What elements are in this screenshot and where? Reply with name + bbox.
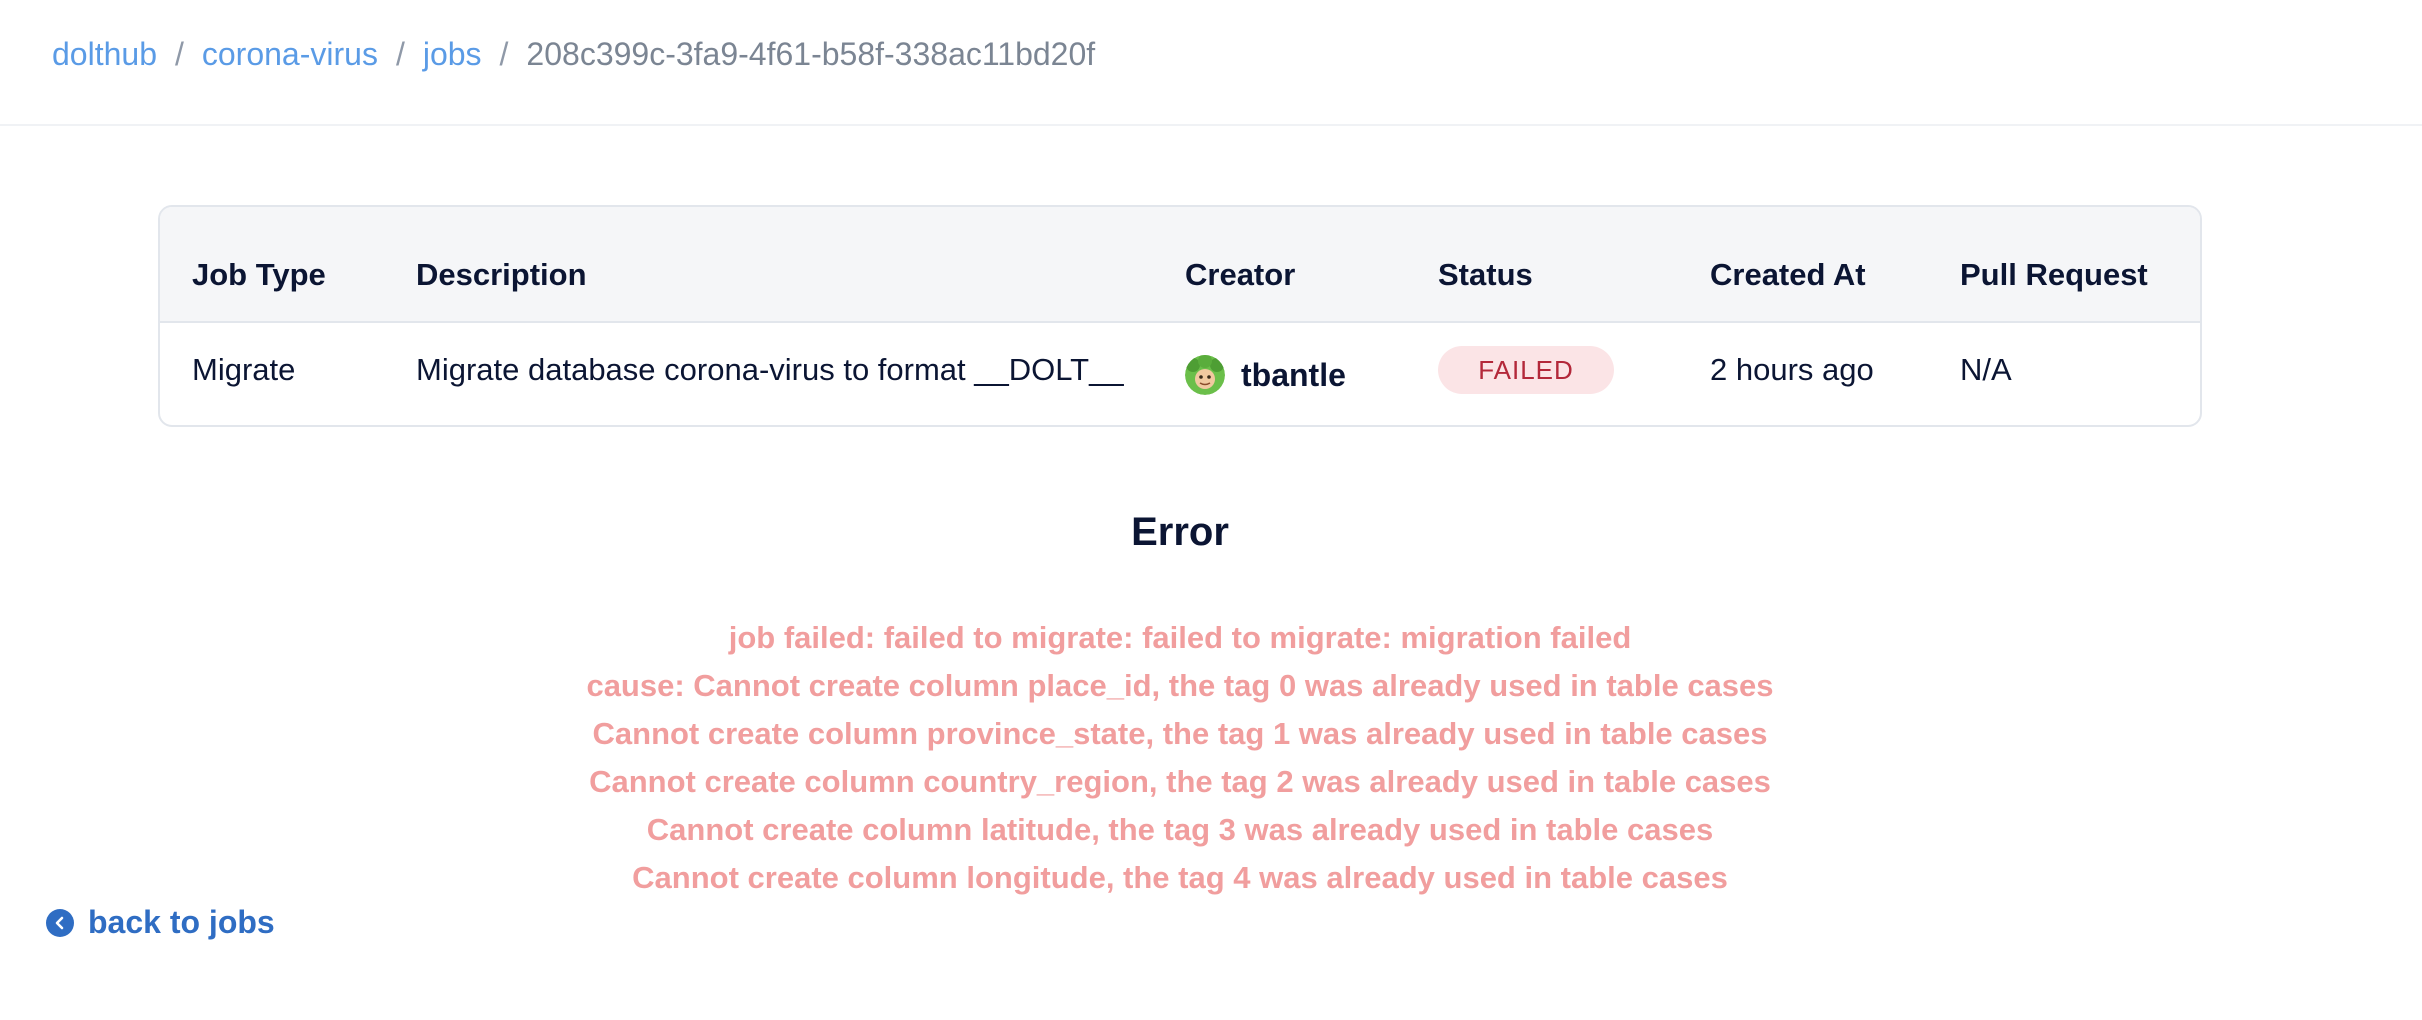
creator-username: tbantle bbox=[1241, 356, 1346, 393]
breadcrumb-jobs-link[interactable]: jobs bbox=[423, 32, 482, 76]
job-table: Job Type Description Creator Status Crea… bbox=[158, 205, 2202, 427]
error-line: Cannot create column province_state, the… bbox=[592, 716, 1768, 751]
cell-created-at: 2 hours ago bbox=[1710, 352, 1874, 387]
error-line: job failed: failed to migrate: failed to… bbox=[728, 620, 1632, 655]
error-line: Cannot create column longitude, the tag … bbox=[632, 860, 1728, 895]
column-header-description: Description bbox=[416, 257, 587, 292]
column-header-pull-request: Pull Request bbox=[1960, 257, 2148, 292]
back-to-jobs-label: back to jobs bbox=[88, 904, 275, 940]
breadcrumb-owner-link[interactable]: dolthub bbox=[52, 32, 157, 76]
error-heading: Error bbox=[1131, 510, 1229, 554]
cell-job-type: Migrate bbox=[192, 352, 296, 387]
chevron-left-circle-icon bbox=[46, 908, 74, 937]
breadcrumb-separator: / bbox=[499, 36, 509, 72]
back-to-jobs-link[interactable]: back to jobs bbox=[46, 904, 275, 941]
breadcrumb-separator: / bbox=[174, 36, 184, 72]
column-header-status: Status bbox=[1438, 257, 1533, 292]
user-avatar-icon bbox=[1185, 355, 1225, 395]
column-header-created-at: Created At bbox=[1710, 257, 1866, 292]
breadcrumb-separator: / bbox=[395, 36, 405, 72]
error-line: Cannot create column country_region, the… bbox=[589, 764, 1771, 799]
error-message: job failed: failed to migrate: failed to… bbox=[0, 614, 2360, 902]
error-line: cause: Cannot create column place_id, th… bbox=[586, 668, 1774, 703]
breadcrumb: dolthub / corona-virus / jobs / 208c399c… bbox=[52, 32, 1095, 76]
error-line: Cannot create column latitude, the tag 3… bbox=[646, 812, 1714, 847]
cell-creator[interactable]: tbantle bbox=[1185, 355, 1346, 395]
page-header: dolthub / corona-virus / jobs / 208c399c… bbox=[0, 0, 2422, 126]
cell-description: Migrate database corona-virus to format … bbox=[416, 352, 1124, 387]
breadcrumb-repo-link[interactable]: corona-virus bbox=[202, 32, 378, 76]
table-header-row: Job Type Description Creator Status Crea… bbox=[160, 207, 2200, 323]
breadcrumb-job-id: 208c399c-3fa9-4f61-b58f-338ac11bd20f bbox=[526, 36, 1096, 72]
status-badge: FAILED bbox=[1438, 346, 1614, 394]
column-header-creator: Creator bbox=[1185, 257, 1296, 292]
cell-pull-request: N/A bbox=[1960, 352, 2012, 387]
job-detail-page: dolthub / corona-virus / jobs / 208c399c… bbox=[0, 0, 2422, 1020]
column-header-job-type: Job Type bbox=[192, 257, 326, 292]
